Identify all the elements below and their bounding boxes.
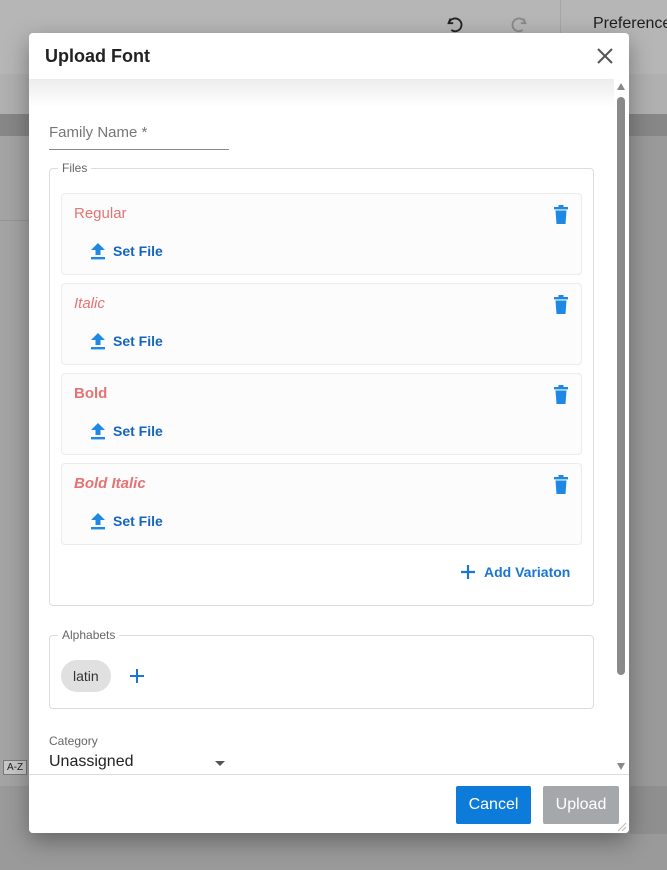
resize-grip-icon[interactable] <box>617 822 627 832</box>
set-file-button[interactable]: Set File <box>90 511 163 531</box>
variation-card-bold: Bold Set File <box>61 373 582 455</box>
upload-icon <box>91 423 105 440</box>
files-legend: Files <box>58 161 92 175</box>
variation-card-bold-italic: Bold Italic Set File <box>61 463 582 545</box>
trash-icon[interactable] <box>553 385 569 405</box>
upload-icon <box>91 333 105 350</box>
alphabet-chip-latin[interactable]: latin <box>61 660 111 692</box>
dialog-scrollbar[interactable] <box>615 81 627 773</box>
trash-icon[interactable] <box>553 475 569 495</box>
variation-name: Italic <box>74 295 105 312</box>
variation-name: Bold <box>74 385 108 402</box>
set-file-label: Set File <box>113 513 163 529</box>
dialog-header: Upload Font <box>29 33 629 79</box>
caret-down-icon <box>215 761 225 766</box>
dialog-footer: Cancel Upload <box>29 774 629 833</box>
scrollbar-thumb[interactable] <box>617 97 625 675</box>
upload-icon <box>91 513 105 530</box>
set-file-button[interactable]: Set File <box>90 421 163 441</box>
files-fieldset: Files Regular Set File Italic Set File B… <box>49 161 594 606</box>
dialog-body: Files Regular Set File Italic <box>29 79 614 774</box>
set-file-button[interactable]: Set File <box>90 241 163 261</box>
add-alphabet-plus-icon[interactable] <box>129 668 145 684</box>
upload-button[interactable]: Upload <box>543 786 619 824</box>
scroll-up-arrow-icon[interactable] <box>617 83 625 90</box>
set-file-label: Set File <box>113 423 163 439</box>
category-select[interactable]: Unassigned <box>49 751 227 774</box>
set-file-label: Set File <box>113 243 163 259</box>
add-variation-button[interactable]: Add Variaton <box>460 564 570 580</box>
upload-font-dialog: Upload Font Files Regular <box>29 33 629 833</box>
trash-icon[interactable] <box>553 295 569 315</box>
plus-icon <box>461 565 475 579</box>
set-file-label: Set File <box>113 333 163 349</box>
scroll-down-arrow-icon[interactable] <box>617 763 625 770</box>
variation-card-regular: Regular Set File <box>61 193 582 275</box>
alphabets-fieldset: Alphabets latin <box>49 628 594 709</box>
family-name-input[interactable] <box>49 119 229 145</box>
dialog-title: Upload Font <box>45 46 150 66</box>
category-label: Category <box>49 734 98 748</box>
variation-card-italic: Italic Set File <box>61 283 582 365</box>
trash-icon[interactable] <box>553 205 569 225</box>
add-variation-label: Add Variaton <box>484 564 571 580</box>
variation-name: Bold Italic <box>74 475 146 492</box>
family-name-field[interactable] <box>49 119 229 150</box>
sort-az-button[interactable]: A-Z <box>3 760 28 775</box>
category-value: Unassigned <box>49 753 134 770</box>
close-icon[interactable] <box>595 46 615 66</box>
preferences-menu[interactable]: Preference <box>593 15 667 33</box>
app-bottom-block <box>630 786 667 834</box>
cancel-button[interactable]: Cancel <box>456 786 531 824</box>
set-file-button[interactable]: Set File <box>90 331 163 351</box>
upload-icon <box>91 243 105 260</box>
alphabets-legend: Alphabets <box>58 628 120 642</box>
variation-name: Regular <box>74 205 127 222</box>
